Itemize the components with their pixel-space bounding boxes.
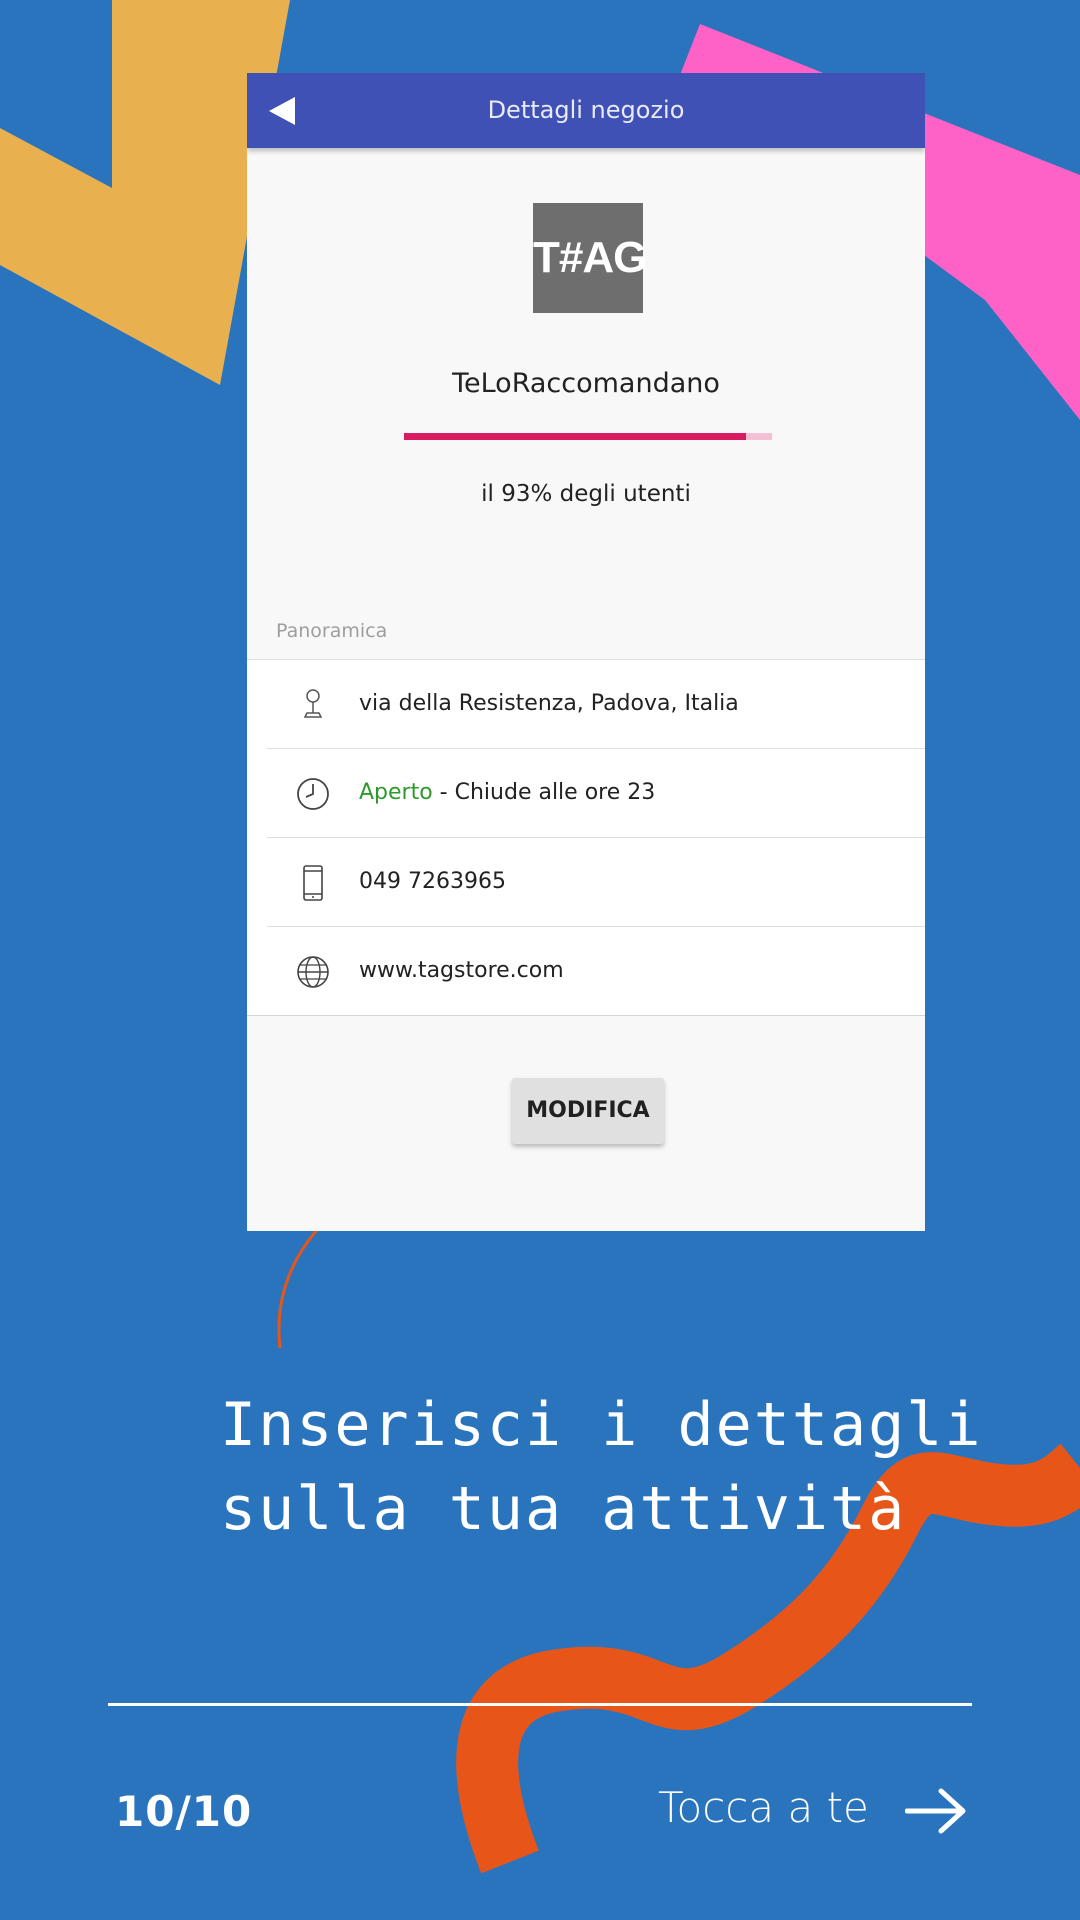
location-pin-icon bbox=[303, 689, 323, 718]
website-row[interactable]: www.tagstore.com bbox=[267, 927, 925, 1015]
globe-icon bbox=[297, 956, 329, 988]
clock-icon bbox=[297, 778, 329, 810]
phone-row[interactable]: 049 7263965 bbox=[267, 838, 925, 927]
store-name: TeLoRaccomandano bbox=[452, 368, 720, 399]
smartphone-icon bbox=[303, 865, 323, 901]
page-number: 10/10 bbox=[115, 1787, 253, 1836]
app-screenshot: Dettagli negozio T#AG TeLoRaccomandano i… bbox=[247, 73, 925, 1231]
address-text: via della Resistenza, Padova, Italia bbox=[359, 691, 739, 716]
slide-headline: Inserisci i dettagli sulla tua attività bbox=[220, 1390, 983, 1544]
store-logo: T#AG bbox=[533, 203, 647, 313]
rating-progress-bar bbox=[404, 433, 772, 440]
edit-button[interactable]: MODIFICA bbox=[512, 1078, 664, 1144]
address-row[interactable]: via della Resistenza, Padova, Italia bbox=[267, 660, 925, 749]
section-label: Panoramica bbox=[276, 620, 388, 642]
hours-detail: - Chiude alle ore 23 bbox=[432, 780, 656, 805]
rating-text: il 93% degli utenti bbox=[481, 481, 691, 507]
phone-text: 049 7263965 bbox=[359, 869, 506, 894]
details-list: via della Resistenza, Padova, Italia Ape… bbox=[247, 659, 925, 1016]
rating-progress-fill bbox=[404, 433, 747, 440]
hours-status: Aperto bbox=[359, 780, 433, 805]
app-bar: Dettagli negozio bbox=[247, 73, 925, 148]
website-text: www.tagstore.com bbox=[359, 958, 564, 983]
hours-text: Aperto - Chiude alle ore 23 bbox=[359, 749, 655, 837]
divider-line bbox=[108, 1703, 972, 1706]
cta-label[interactable]: Tocca a te bbox=[658, 1783, 869, 1832]
hours-row[interactable]: Aperto - Chiude alle ore 23 bbox=[267, 749, 925, 838]
app-bar-title: Dettagli negozio bbox=[487, 96, 685, 124]
arrow-right-icon[interactable] bbox=[905, 1786, 967, 1836]
